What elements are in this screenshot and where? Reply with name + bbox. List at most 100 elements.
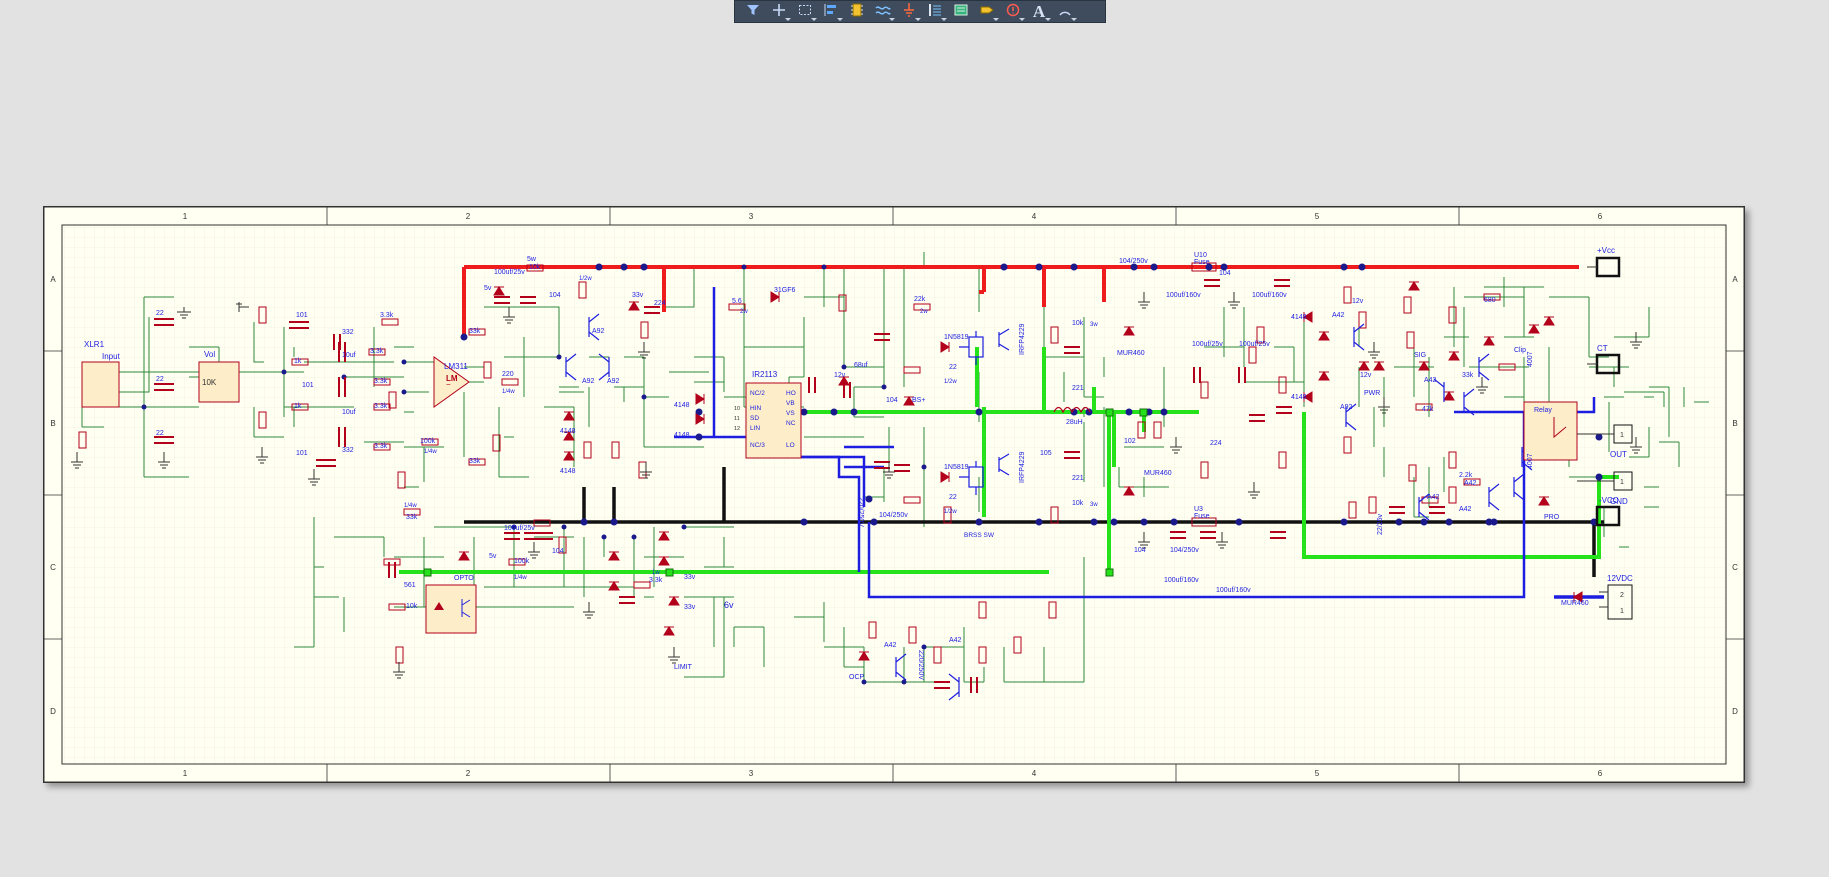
port-out-label: OUT [1610, 450, 1627, 459]
col-label-bottom: 6 [1598, 769, 1603, 778]
cap-label: 224 [1210, 440, 1222, 447]
clip-label: Clip [1514, 347, 1526, 354]
power-rating: 1/2w [579, 276, 592, 282]
resistor-label: 10k [529, 264, 541, 271]
col-label-top: 6 [1598, 212, 1603, 221]
select-area-tool[interactable] [793, 2, 817, 22]
vol-value: 10K [202, 378, 217, 387]
col-label-bottom: 2 [466, 769, 471, 778]
component-tool[interactable] [845, 2, 869, 22]
resistor-label: 2.2k [1459, 472, 1473, 479]
diode-label: 31GF6 [774, 287, 796, 294]
cap-voltage: 104/250v [1170, 547, 1199, 554]
wire-tool[interactable] [871, 2, 895, 22]
power-rating: 2w [920, 309, 928, 315]
col-label-top: 5 [1315, 212, 1320, 221]
cap-label: 561 [404, 582, 416, 589]
cap-label: 10uf [342, 352, 356, 359]
opto-block [425, 584, 477, 634]
transistor-label: A42 [1464, 480, 1477, 487]
diode-label: 4148 [674, 402, 690, 409]
six-volt-label: 6v [724, 600, 734, 610]
row-label-left: A [50, 275, 56, 284]
mur-label: MUR460 [1144, 470, 1172, 477]
schematic-canvas: 1 2 3 4 5 6 1 2 3 4 5 6 A B C D A B C D [44, 207, 1744, 782]
diode-label: 4148 [1291, 394, 1307, 401]
resistor-label: 3.3k [649, 577, 663, 584]
text-tool[interactable]: A [1027, 2, 1051, 22]
zener-label: 12v [1360, 372, 1372, 379]
col-label-bottom: 5 [1315, 769, 1320, 778]
zener-label: 12v [834, 372, 846, 379]
cap-label: 22 [156, 430, 164, 437]
power-rating: 1/4w [404, 503, 417, 509]
cap-voltage: 104/250v [1119, 258, 1148, 265]
align-tool[interactable] [819, 2, 843, 22]
col-label-top: 2 [466, 212, 471, 221]
vol-label: Vol [204, 350, 215, 359]
col-label-top: 4 [1032, 212, 1037, 221]
cap-voltage: 100uf/160v [1252, 292, 1287, 299]
diode-label: 4148 [1291, 314, 1307, 321]
power-rating: 1/4w [502, 389, 515, 395]
port-tool[interactable] [975, 2, 999, 22]
resistor-label: 100k [514, 558, 530, 565]
cap-voltage: 220/250V [917, 650, 924, 680]
schematic-sheet[interactable]: 1 2 3 4 5 6 1 2 3 4 5 6 A B C D A B C D [43, 206, 1745, 783]
power-rating: 3w [1090, 322, 1098, 328]
power-port-tool[interactable] [897, 2, 921, 22]
row-label-left: B [50, 419, 55, 428]
cap-label: 10uf [342, 409, 356, 416]
cap-label: 221 [1072, 475, 1084, 482]
cap-label: 22 [156, 310, 164, 317]
xlr1-label: XLR1 [84, 340, 105, 349]
arc-tool[interactable] [1053, 2, 1077, 22]
resistor-label: 100k [420, 438, 436, 445]
input-label: Input [102, 352, 121, 361]
ir2113-label: IR2113 [752, 370, 778, 379]
cap-label: 332 [342, 329, 354, 336]
port-12vdc-pin2: 2 [1620, 592, 1624, 599]
resistor-label: 47k [1422, 406, 1434, 413]
diode-label: 4148 [674, 432, 690, 439]
cap-voltage: 220/250V [857, 497, 864, 527]
cap-voltage: 100uf/25v [494, 269, 525, 276]
opto-label: OPTO [454, 575, 474, 582]
ir-pin-right: LO [786, 442, 795, 449]
ir-pin-right: VB [786, 400, 795, 407]
mosfet-label: IRFP4229 [1019, 323, 1026, 355]
power-rating: 3w [1090, 502, 1098, 508]
schottky-label: 1N5819 [944, 464, 969, 471]
harness-tool[interactable] [923, 2, 947, 22]
cap-label: 101 [296, 312, 308, 319]
cap-label: 104 [552, 548, 564, 555]
transistor-label: A42 [1424, 377, 1437, 384]
ir-pin-left: SD [750, 415, 759, 422]
schematic-toolbar: A [734, 0, 1106, 23]
ir-pin-num: 11 [734, 416, 740, 422]
port-vcc-neg-label: -VCC [1599, 496, 1619, 505]
ir-pin-num: 10 [734, 406, 740, 412]
cross-probe-tool[interactable] [767, 2, 791, 22]
resistor-label: 22 [949, 494, 957, 501]
sheet-symbol-tool[interactable] [949, 2, 973, 22]
cap-label: 104 [1134, 547, 1146, 554]
transistor-label: A42 [1427, 494, 1440, 501]
power-rating: 1/4w [514, 575, 527, 581]
ir-pin-left: NC/2 [750, 390, 765, 397]
port-out-pin: 1 [1620, 432, 1624, 439]
chip-icon [849, 2, 865, 21]
cap-label: 101 [296, 450, 308, 457]
cap-voltage: 104/250v [879, 512, 908, 519]
directive-tool[interactable] [1001, 2, 1025, 22]
cap-label: 221 [1072, 385, 1084, 392]
transistor-label: A92 [592, 328, 605, 335]
cap-voltage: 100uf/160v [1164, 577, 1199, 584]
filter-tool[interactable] [741, 2, 765, 22]
zener-label: 12v [1352, 298, 1364, 305]
diode-label: 4148 [560, 468, 576, 475]
cap-voltage: 100uf/160v [1166, 292, 1201, 299]
ir-pin-right: NC [786, 420, 796, 427]
port-vcc-pos-label: +Vcc [1597, 246, 1615, 255]
col-label-top: 3 [749, 212, 754, 221]
